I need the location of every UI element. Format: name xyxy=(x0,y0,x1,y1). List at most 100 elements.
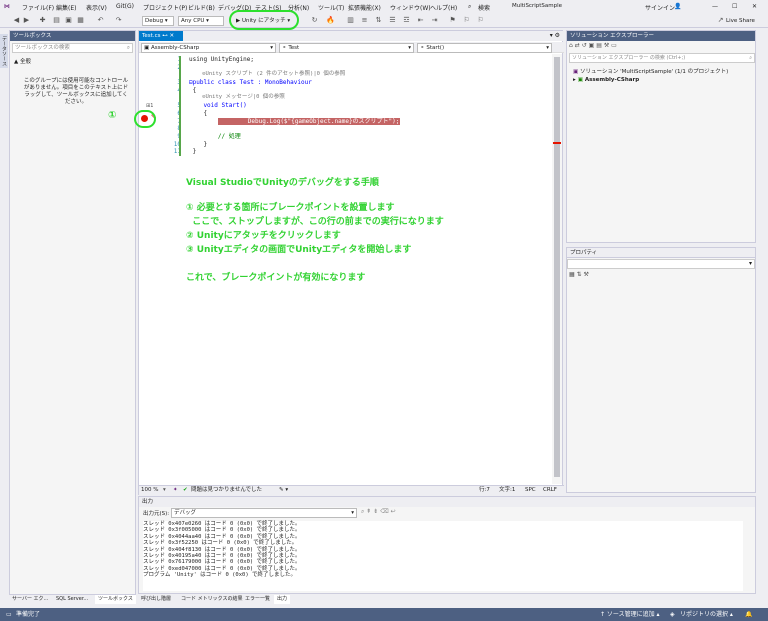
editor-statusbar: 100 % ▾ ✦ ✔ 問題は見つかりませんでした ✎ ▾ 行:7 文字:1 S… xyxy=(139,485,564,495)
menu-window[interactable]: ウィンドウ(W) xyxy=(390,3,431,12)
tab-sql-server[interactable]: SQL Server... xyxy=(53,595,91,604)
outdent-icon[interactable]: ⇤ xyxy=(416,16,425,25)
solution-item[interactable]: ▣ ソリューション 'MultiScriptSample' (1/1 のプロジェ… xyxy=(573,67,728,75)
comment-icon[interactable]: ☰ xyxy=(388,16,397,25)
left-bottom-tabs: サーバー エク... SQL Server... ツールボックス xyxy=(9,595,137,605)
undo-icon[interactable]: ↶ xyxy=(96,16,105,25)
categorized-icon[interactable]: ▦ xyxy=(569,271,575,278)
menu-project[interactable]: プロジェクト(P) xyxy=(143,3,187,12)
code-area[interactable]: 1 using UnityEngine; 2 ⊙Unity スクリプト (2 件の… xyxy=(161,56,556,156)
tab-server-explorer[interactable]: サーバー エク... xyxy=(9,595,51,604)
properties-object-select[interactable]: ▾ xyxy=(567,259,755,269)
tab-options-icon[interactable]: ▾ ⚙ xyxy=(550,32,560,39)
list-icon[interactable]: ≡ xyxy=(360,16,369,25)
liveshare-button[interactable]: Live Share xyxy=(726,18,755,24)
property-pages-icon[interactable]: ⚒ xyxy=(584,271,589,278)
annotation-step1: ① 必要とする箇所にブレークポイントを設置します xyxy=(186,203,395,213)
menu-help[interactable]: ヘルプ(H) xyxy=(430,3,457,12)
tab-error-list[interactable]: エラー一覧 xyxy=(242,595,273,604)
preview-icon[interactable]: ▭ xyxy=(611,42,617,49)
platform-select[interactable]: Any CPU ▾ xyxy=(178,16,224,26)
sync-icon[interactable]: ⇄ xyxy=(575,42,580,49)
solution-explorer-panel: ソリューション エクスプローラー ⌂ ⇄ ↺ ▣ ▤ ⚒ ▭ ソリューション エ… xyxy=(566,30,756,243)
maximize-icon[interactable]: ☐ xyxy=(732,3,737,10)
config-select[interactable]: Debug ▾ xyxy=(142,16,174,26)
properties-icon[interactable]: ⚒ xyxy=(604,42,609,49)
history-icon[interactable]: ↺ xyxy=(582,42,587,49)
tab-toolbox[interactable]: ツールボックス xyxy=(95,595,136,604)
word-wrap-icon[interactable]: ↩ xyxy=(391,508,396,515)
find-icon[interactable]: ⌕ xyxy=(361,508,364,515)
notification-icon[interactable]: 🔔 xyxy=(745,608,752,621)
search-icon[interactable]: ⌕ xyxy=(468,3,471,11)
toolbox-search-input[interactable]: ツールボックスの検索 ⌕ xyxy=(12,43,133,53)
collapse-icon[interactable]: ▣ xyxy=(589,42,595,49)
nav-class-select[interactable]: ⚬ Test ▾ xyxy=(279,43,414,53)
output-text[interactable]: スレッド 0x407e0260 はコード 0 (0x0) で終了しました。 スレ… xyxy=(143,521,743,591)
menu-git[interactable]: Git(G) xyxy=(116,3,134,10)
bookmark-prev-icon[interactable]: ⚐ xyxy=(462,16,471,25)
editor-panel: Test.cs ⊷ ✕ ▾ ⚙ ▣ Assembly-CSharp ▾ ⚬ Tes… xyxy=(138,30,564,495)
uncomment-icon[interactable]: ☲ xyxy=(402,16,411,25)
step-icon[interactable]: ⇅ xyxy=(374,16,383,25)
scrollbar-thumb[interactable] xyxy=(554,57,560,477)
close-icon[interactable]: ✕ xyxy=(752,3,757,10)
tab-call-hierarchy[interactable]: 呼び出し階層 xyxy=(138,595,174,604)
liveshare-icon[interactable]: ↗ xyxy=(716,16,725,25)
navigate-back-icon[interactable]: ◀ xyxy=(12,16,21,25)
next-message-icon[interactable]: ⇟ xyxy=(373,508,378,515)
tab-test-cs[interactable]: Test.cs ⊷ ✕ xyxy=(139,31,183,41)
account-icon[interactable]: 👤 xyxy=(674,3,681,10)
search-icon: ⌕ xyxy=(126,45,130,51)
signin-link[interactable]: サインイン xyxy=(645,3,675,12)
issues-text[interactable]: 問題は見つかりませんでした xyxy=(191,486,262,495)
tab-close-icon: ✕ xyxy=(169,33,175,39)
hot-reload-icon[interactable]: 🔥 xyxy=(326,16,335,25)
menu-edit[interactable]: 編集(E) xyxy=(56,3,76,12)
breakpoint-line[interactable]: Debug.Log($"{gameObject.name}のスクリプト"); xyxy=(189,117,401,126)
menu-extensions[interactable]: 拡張機能(X) xyxy=(348,3,381,12)
save-icon[interactable]: ▣ xyxy=(64,16,73,25)
left-tab-strip: データソース xyxy=(0,30,8,600)
menu-tools[interactable]: ツール(T) xyxy=(318,3,344,12)
project-item[interactable]: ▸ ▣ Assembly-CSharp xyxy=(573,77,639,83)
editor-scrollbar[interactable] xyxy=(552,54,562,484)
home-icon[interactable]: ⌂ xyxy=(569,42,573,49)
open-folder-icon[interactable]: ▤ xyxy=(52,16,61,25)
prev-message-icon[interactable]: ⇞ xyxy=(366,508,371,515)
zoom-level[interactable]: 100 % xyxy=(141,486,158,495)
tab-code-metrics[interactable]: コード メトリックスの結果 xyxy=(178,595,245,604)
clear-all-icon[interactable]: ⌫ xyxy=(380,508,388,515)
datasource-tab[interactable]: データソース xyxy=(0,34,8,68)
solution-search-input[interactable]: ソリューション エクスプローラー の検索 (Ctrl+;) ⌕ xyxy=(569,53,755,63)
zoom-dropdown-icon[interactable]: ▾ xyxy=(163,486,166,495)
output-source-select[interactable]: デバッグ ▾ xyxy=(171,508,357,518)
menu-file[interactable]: ファイル(F) xyxy=(22,3,54,12)
nav-method-select[interactable]: ⚬ Start() ▾ xyxy=(417,43,552,53)
minimize-icon[interactable]: — xyxy=(712,3,718,10)
new-item-icon[interactable]: ✚ xyxy=(38,16,47,25)
search-label[interactable]: 検索 xyxy=(478,3,490,12)
save-all-icon[interactable]: ▦ xyxy=(76,16,85,25)
bookmark-next-icon[interactable]: ⚐ xyxy=(476,16,485,25)
tab-output[interactable]: 出力 xyxy=(274,595,291,604)
redo-icon[interactable]: ↷ xyxy=(114,16,123,25)
select-repository-button[interactable]: リポジトリの選択 ▴ xyxy=(680,608,733,621)
menu-build[interactable]: ビルド(B) xyxy=(188,3,215,12)
nav-project-select[interactable]: ▣ Assembly-CSharp ▾ xyxy=(141,43,276,53)
toolbox-title: ツールボックス xyxy=(10,31,135,41)
menu-view[interactable]: 表示(V) xyxy=(86,3,107,12)
change-indicator xyxy=(179,56,181,156)
navigate-forward-icon[interactable]: ▶ xyxy=(22,16,31,25)
bookmark-icon[interactable]: ⚑ xyxy=(448,16,457,25)
restart-icon[interactable]: ↻ xyxy=(310,16,319,25)
show-all-icon[interactable]: ▤ xyxy=(596,42,602,49)
add-source-control-button[interactable]: ↑ ソース管理に追加 ▴ xyxy=(600,608,660,621)
alphabetical-icon[interactable]: ⇅ xyxy=(577,271,582,278)
layout-icon[interactable]: ▥ xyxy=(346,16,355,25)
output-line: プログラム 'Unity' はコード 0 (0x0) で終了しました。 xyxy=(143,572,296,579)
indent-icon[interactable]: ⇥ xyxy=(430,16,439,25)
intellicode-icon[interactable]: ✦ xyxy=(173,486,178,495)
toolbox-group-general[interactable]: ▲ 全般 xyxy=(14,57,31,65)
cleanup-icon[interactable]: ✎ ▾ xyxy=(279,486,288,495)
